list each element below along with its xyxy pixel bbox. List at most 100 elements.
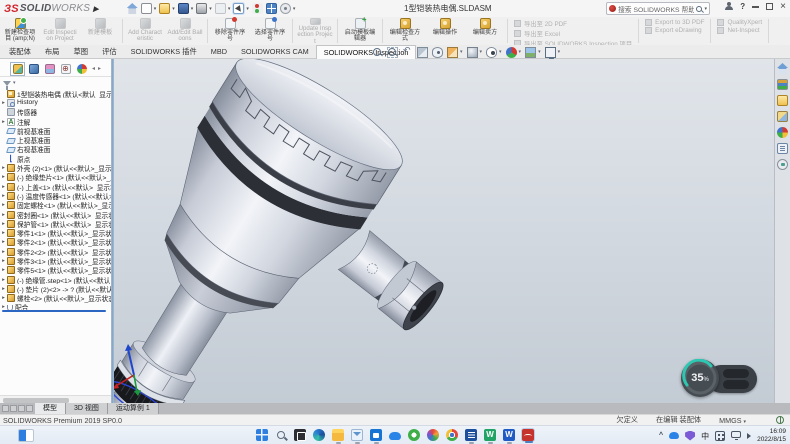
security-shield-icon[interactable] <box>685 431 695 441</box>
custom-properties-icon[interactable] <box>777 143 788 154</box>
taskbar-mail-icon[interactable] <box>350 428 364 442</box>
tree-row[interactable]: ▸零件5<1> (默认<<默认>_显示状态 <box>0 266 111 275</box>
thermocouple-3d-model[interactable] <box>114 59 774 403</box>
help-button[interactable]: ? <box>740 2 745 11</box>
dropdown-caret-icon[interactable]: ▾ <box>246 6 249 12</box>
select-icon[interactable] <box>233 3 244 14</box>
expand-arrow-icon[interactable]: ▸ <box>0 212 7 218</box>
ribbon-button-11[interactable]: 编辑卖方 <box>465 17 505 45</box>
close-button[interactable]: × <box>780 3 786 11</box>
chevron-up-icon[interactable]: ^ <box>659 432 663 439</box>
tree-row[interactable]: ▸固定螺栓<1> (默认<<默认>_显示状 <box>0 201 111 210</box>
rebuild-icon[interactable] <box>252 3 263 14</box>
expand-arrow-icon[interactable]: ▸ <box>0 230 7 236</box>
tree-row[interactable]: 传感器 <box>0 108 111 117</box>
dropdown-caret-icon[interactable]: ▾ <box>538 49 541 55</box>
dropdown-caret-icon[interactable]: ▾ <box>293 6 296 12</box>
ribbon-button-9[interactable]: 编辑检查方式 <box>385 17 425 45</box>
side-fitting[interactable] <box>335 227 448 335</box>
expand-arrow-icon[interactable]: ▸ <box>0 267 7 273</box>
open-icon[interactable] <box>159 3 170 14</box>
taskbar-cloud-icon[interactable] <box>388 428 402 442</box>
restore-button[interactable] <box>766 3 773 10</box>
volume-icon[interactable] <box>747 433 751 439</box>
expand-arrow-icon[interactable]: ▸ <box>0 221 7 227</box>
panel-tab-prev-icon[interactable]: ◂ <box>92 65 95 72</box>
tree-row[interactable]: ▸A注解 <box>0 117 111 126</box>
tab-评估[interactable]: 评估 <box>95 45 124 59</box>
expand-arrow-icon[interactable]: ▸ <box>0 202 7 208</box>
zoom-widget[interactable]: 35% <box>681 359 759 399</box>
ribbon-button-5[interactable]: 移除零件序号 <box>210 17 250 45</box>
appearances-icon[interactable] <box>777 127 788 138</box>
tree-row[interactable]: ▸零件3<1> (默认<<默认>_显示状态 <box>0 256 111 265</box>
doc-tab-nav[interactable] <box>0 403 35 414</box>
zoom-fit-icon[interactable] <box>372 47 383 58</box>
widget-button-top[interactable] <box>723 369 749 378</box>
expand-arrow-icon[interactable]: ▸ <box>0 100 7 106</box>
view-settings-icon[interactable] <box>545 47 556 58</box>
tree-row[interactable]: ▸(-) 上盖<1> (默认<<默认>_显示状 <box>0 182 111 191</box>
tree-row[interactable]: ⌊原点 <box>0 154 111 163</box>
dropdown-caret-icon[interactable]: ▾ <box>558 49 561 55</box>
dropdown-caret-icon[interactable]: ▾ <box>154 6 157 12</box>
tree-row[interactable]: ▸History <box>0 98 111 107</box>
logo-flyout-arrow[interactable]: ▶ <box>93 5 99 13</box>
tree-filter-row[interactable]: ▾ <box>0 78 111 88</box>
taskbar-green-app-icon[interactable] <box>407 428 421 442</box>
tree-row[interactable]: 前视基准面 <box>0 126 111 135</box>
expand-arrow-icon[interactable]: ▸ <box>0 286 7 292</box>
panel-tab-propertymanager[interactable] <box>26 62 41 76</box>
help-search-box[interactable]: 搜索 SOLIDWORKS 帮助 ▾ <box>606 2 710 15</box>
expand-arrow-icon[interactable]: ▸ <box>0 258 7 264</box>
taskbar-start-icon[interactable] <box>255 428 269 442</box>
taskbar-color-wheel-icon[interactable] <box>426 428 440 442</box>
file-explorer-icon[interactable] <box>777 95 788 106</box>
display-icon[interactable] <box>731 431 741 438</box>
tab-装配体[interactable]: 装配体 <box>2 45 38 59</box>
taskbar-store-icon[interactable] <box>369 428 383 442</box>
doc-tab-运动算例-1[interactable]: 运动算例 1 <box>108 403 159 414</box>
tree-row[interactable]: ▸(-) 绝缘垫片<1> (默认<<默认>_显 <box>0 173 111 182</box>
section-view-icon[interactable] <box>417 47 428 58</box>
taskbar-chrome-icon[interactable] <box>445 428 459 442</box>
globe-icon[interactable] <box>776 416 784 424</box>
doc-tab-模型[interactable]: 模型 <box>35 403 66 414</box>
tree-row[interactable]: ▸零件2<1> (默认<<默认>_显示状态 <box>0 238 111 247</box>
taskbar-word-icon[interactable]: W <box>502 428 516 442</box>
options-grid-icon[interactable] <box>266 3 277 14</box>
expand-arrow-icon[interactable]: ▸ <box>0 249 7 255</box>
widgets-icon[interactable] <box>18 429 34 442</box>
minimize-button[interactable] <box>752 6 759 8</box>
tree-row[interactable]: ▸螺栓<2> (默认<<默认>_显示状态 <box>0 294 111 303</box>
tree-row[interactable]: ▸(-) 绝缘管.step<1> (默认<<默认 <box>0 275 111 284</box>
tree-hscrollbar[interactable] <box>0 395 111 403</box>
taskbar-wps-icon[interactable]: W <box>483 428 497 442</box>
zoom-percent-badge[interactable]: 35% <box>681 359 719 397</box>
view-orientation-icon[interactable] <box>447 47 458 58</box>
panel-tab-configurationmanager[interactable] <box>42 62 57 76</box>
tab-solidworks-cam[interactable]: SOLIDWORKS CAM <box>234 45 316 59</box>
taskbar-search-icon[interactable] <box>274 428 288 442</box>
tab-布局[interactable]: 布局 <box>38 45 67 59</box>
dropdown-caret-icon[interactable]: ▾ <box>209 6 212 12</box>
expand-arrow-icon[interactable]: ▸ <box>0 165 7 171</box>
expand-arrow-icon[interactable]: ▸ <box>0 174 7 180</box>
home-icon[interactable] <box>127 3 138 14</box>
scene-icon[interactable] <box>525 47 536 58</box>
dropdown-caret-icon[interactable]: ▾ <box>460 49 463 55</box>
appearances-icon[interactable] <box>506 47 517 58</box>
panel-tab-displaymanager[interactable] <box>74 62 89 76</box>
print-icon[interactable] <box>196 3 207 14</box>
save-icon[interactable] <box>178 3 189 14</box>
tree-hscrollbar-thumb[interactable] <box>3 398 69 403</box>
rollback-bar[interactable] <box>2 310 106 312</box>
search-icon[interactable] <box>696 6 702 12</box>
undo-icon[interactable] <box>215 3 226 14</box>
ribbon-button-8[interactable]: 启动模板编辑器 <box>340 17 380 45</box>
dynamic-annotation-icon[interactable] <box>432 47 443 58</box>
settings-icon[interactable] <box>280 3 291 14</box>
doc-tab-3D-视图[interactable]: 3D 视图 <box>66 403 108 414</box>
tab-solidworks-插件[interactable]: SOLIDWORKS 插件 <box>124 45 204 59</box>
expand-arrow-icon[interactable]: ▸ <box>0 119 7 125</box>
